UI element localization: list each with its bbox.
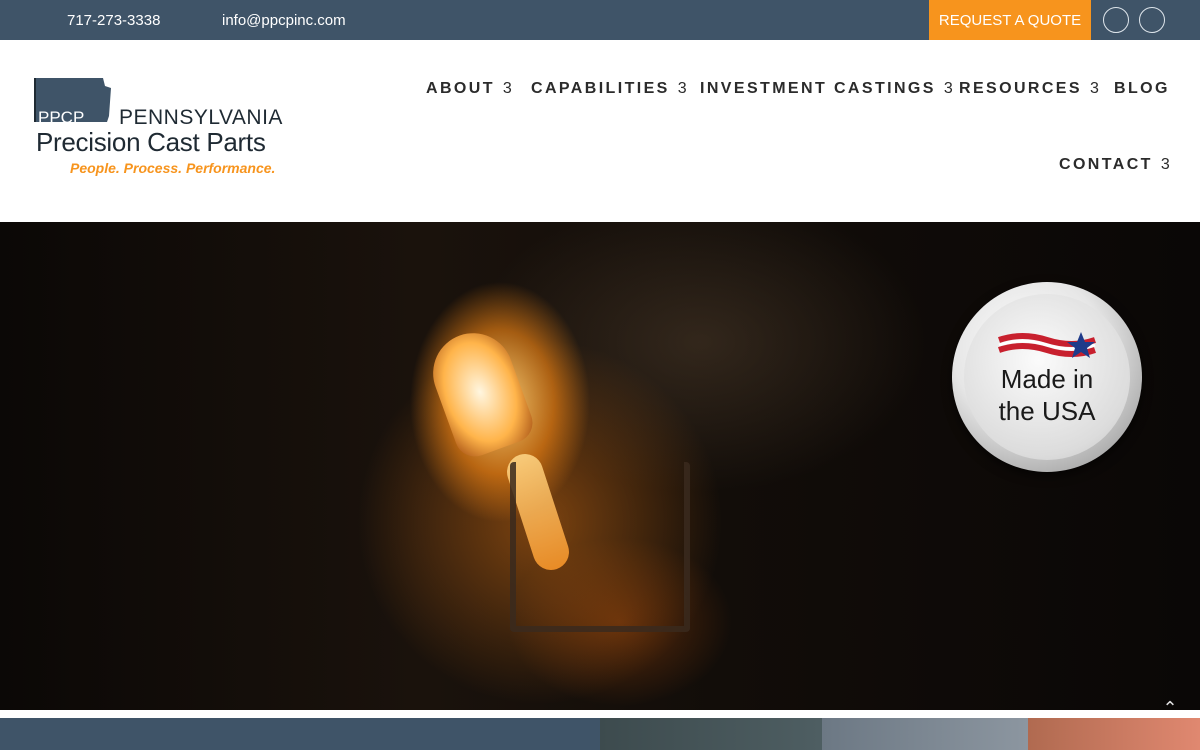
scroll-to-top-icon[interactable]: ⌃ [1150, 698, 1190, 718]
nav-investment-castings-label: INVESTMENT CASTINGS [700, 80, 936, 97]
email-link[interactable]: info@ppcpinc.com [222, 12, 346, 29]
site-logo[interactable]: PPCP PENNSYLVANIA Precision Cast Parts P… [33, 76, 295, 180]
nav-capabilities-label: CAPABILITIES [531, 80, 670, 97]
request-quote-button[interactable]: REQUEST A QUOTE [929, 0, 1091, 40]
hero-banner: Made in the USA [0, 222, 1200, 710]
nav-blog-label: BLOG [1114, 80, 1170, 97]
logo-line2: Precision Cast Parts [36, 127, 266, 157]
chevron-down-icon: 3 [677, 80, 687, 97]
top-bar: 717-273-3338 info@ppcpinc.com REQUEST A … [0, 0, 1200, 40]
feature-panel-4 [1028, 718, 1200, 750]
nav-about-label: ABOUT [426, 80, 495, 97]
nav-contact[interactable]: CONTACT 3 [1059, 156, 1170, 174]
chevron-down-icon: 3 [943, 80, 953, 97]
logo-abbr: PPCP [38, 108, 85, 127]
nav-about[interactable]: ABOUT 3 [426, 80, 512, 98]
nav-capabilities[interactable]: CAPABILITIES 3 [531, 80, 687, 98]
nav-contact-label: CONTACT [1059, 156, 1153, 173]
site-header: PPCP PENNSYLVANIA Precision Cast Parts P… [0, 40, 1200, 222]
hero-crucible [421, 321, 539, 463]
facebook-icon[interactable] [1103, 7, 1129, 33]
chevron-down-icon: 3 [502, 80, 512, 97]
logo-tagline: People. Process. Performance. [70, 160, 276, 176]
phone-link[interactable]: 717-273-3338 [67, 12, 160, 29]
linkedin-icon[interactable] [1139, 7, 1165, 33]
chevron-down-icon: 3 [1160, 156, 1170, 173]
feature-panel-1 [0, 718, 600, 750]
nav-resources[interactable]: RESOURCES 3 [959, 80, 1099, 98]
nav-blog[interactable]: BLOG [1114, 80, 1170, 98]
american-flag-icon [998, 332, 1096, 358]
chevron-down-icon: 3 [1089, 80, 1099, 97]
feature-panel-2 [600, 718, 822, 750]
badge-line2: the USA [998, 396, 1096, 426]
feature-panel-3 [822, 718, 1028, 750]
nav-investment-castings[interactable]: INVESTMENT CASTINGS 3 [700, 80, 953, 98]
badge-line1: Made in [1000, 364, 1094, 394]
nav-resources-label: RESOURCES [959, 80, 1082, 97]
feature-strip [0, 718, 1200, 750]
made-in-usa-badge: Made in the USA [952, 282, 1142, 472]
hero-ladle [510, 462, 690, 632]
